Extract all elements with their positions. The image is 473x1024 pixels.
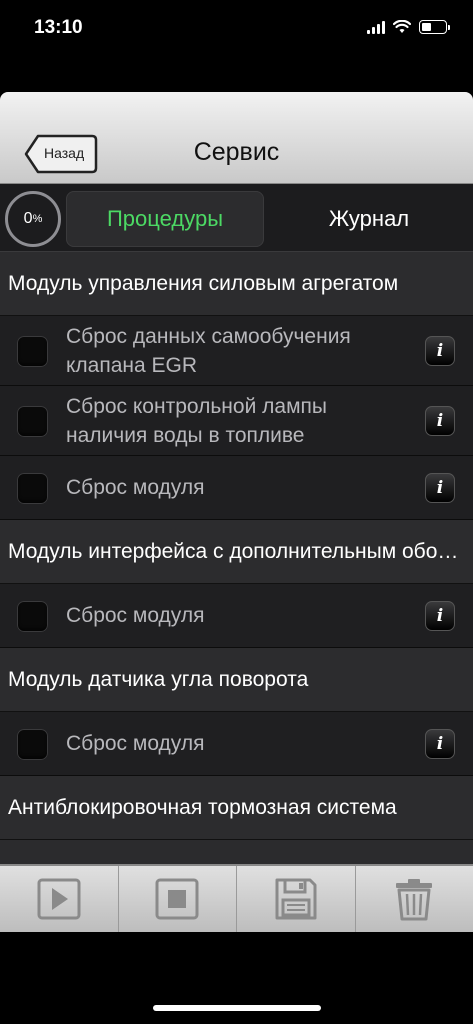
checkbox[interactable] <box>17 728 48 760</box>
list-item[interactable]: Сброс модуля i <box>0 456 473 520</box>
info-button[interactable]: i <box>425 405 455 436</box>
stop-icon <box>155 878 199 920</box>
list-item[interactable]: Сброс модуля i <box>0 584 473 648</box>
status-icons <box>367 20 450 34</box>
stop-button[interactable] <box>119 866 237 932</box>
status-bar: 13:10 <box>0 0 473 60</box>
wifi-icon <box>393 20 411 33</box>
info-button[interactable]: i <box>425 600 455 631</box>
progress-value: 0 <box>23 210 33 227</box>
list-item-label: Сброс контрольной лампы наличия воды в т… <box>66 394 327 447</box>
checkbox[interactable] <box>17 600 48 632</box>
procedure-list: Модуль управления силовым агрегатом Сбро… <box>0 252 473 840</box>
list-item[interactable]: Сброс модуля i <box>0 712 473 776</box>
info-icon: i <box>436 733 444 754</box>
info-button[interactable]: i <box>425 472 455 503</box>
app-window: Назад Сервис 0% Процедуры Журнал Модуль … <box>0 92 473 932</box>
section-header: Модуль управления силовым агрегатом <box>0 252 473 316</box>
tab-procedures[interactable]: Процедуры <box>66 191 264 247</box>
bottom-toolbar <box>0 864 473 932</box>
section-header: Антиблокировочная тормозная система <box>0 776 473 840</box>
progress-unit: % <box>32 213 43 225</box>
home-indicator[interactable] <box>153 1005 321 1011</box>
list-item-label: Сброс модуля <box>66 604 205 627</box>
list-item[interactable]: Сброс данных самообучения клапана EGR i <box>0 316 473 386</box>
delete-button[interactable] <box>356 866 473 932</box>
navigation-bar: Назад Сервис <box>0 92 473 184</box>
status-time: 13:10 <box>34 17 83 38</box>
checkbox[interactable] <box>17 472 48 504</box>
list-item-label: Сброс данных самообучения клапана EGR <box>66 324 351 377</box>
cellular-signal-icon <box>367 20 385 34</box>
save-icon <box>275 878 317 920</box>
list-item-label: Сброс модуля <box>66 476 205 499</box>
progress-indicator: 0% <box>5 191 61 247</box>
section-header: Модуль интерфейса с дополнительным обору… <box>0 520 473 584</box>
info-button[interactable]: i <box>425 728 455 759</box>
checkbox[interactable] <box>17 335 48 367</box>
list-item[interactable]: Сброс контрольной лампы наличия воды в т… <box>0 386 473 456</box>
list-item-label: Сброс модуля <box>66 732 205 755</box>
page-title: Сервис <box>193 138 280 166</box>
save-button[interactable] <box>237 866 356 932</box>
info-button[interactable]: i <box>425 335 455 366</box>
play-button[interactable] <box>0 866 119 932</box>
tab-journal[interactable]: Журнал <box>270 191 468 247</box>
tab-row: 0% Процедуры Журнал <box>0 184 473 252</box>
info-icon: i <box>436 410 444 431</box>
battery-icon <box>419 20 450 34</box>
info-icon: i <box>436 605 444 626</box>
info-icon: i <box>436 340 444 361</box>
checkbox[interactable] <box>17 405 48 437</box>
play-icon <box>37 878 81 920</box>
trash-icon <box>396 879 433 921</box>
section-header: Модуль датчика угла поворота <box>0 648 473 712</box>
info-icon: i <box>436 477 444 498</box>
